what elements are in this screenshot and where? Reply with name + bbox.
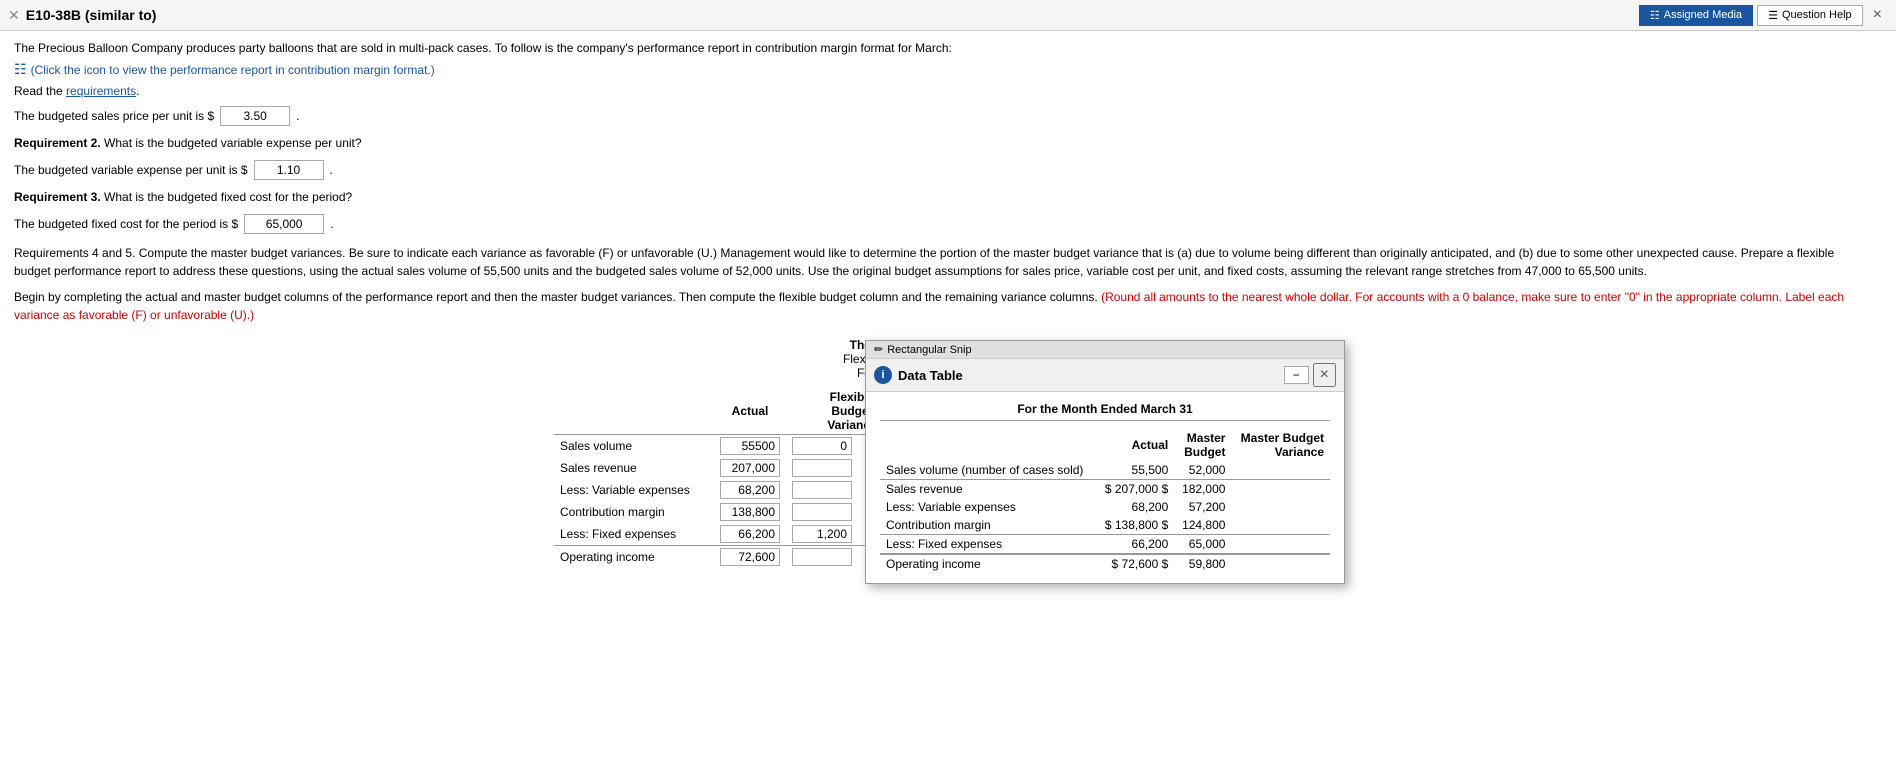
popup-master: 52,000 (1174, 461, 1231, 480)
popup-actual: 68,200 (1096, 498, 1174, 516)
grid-icon-blue: ☷ (14, 61, 27, 78)
req3-heading: Requirement 3. (14, 190, 101, 204)
close-icon[interactable]: ✕ (8, 7, 20, 24)
popup-variance (1231, 535, 1330, 555)
flex-var-input[interactable] (792, 548, 852, 566)
req45-para1: Requirements 4 and 5. Compute the master… (14, 244, 1866, 280)
flex-var-input[interactable] (792, 481, 852, 499)
req3-row: The budgeted fixed cost for the period i… (14, 214, 1866, 234)
info-icon: i (874, 366, 892, 384)
row-label: Less: Fixed expenses (554, 523, 714, 546)
icon-link-row[interactable]: ☷ (Click the icon to view the performanc… (14, 61, 1866, 78)
req1-input[interactable] (220, 106, 290, 126)
req1-row: The budgeted sales price per unit is $ . (14, 106, 1866, 126)
popup-table-row: Less: Variable expenses 68,200 57,200 (880, 498, 1330, 516)
req2-heading: Requirement 2. (14, 136, 101, 150)
popup-variance (1231, 480, 1330, 499)
popup-titlebar: i Data Table − × (866, 359, 1344, 392)
grid-icon: ☷ (1650, 9, 1660, 22)
popup-row-label: Sales volume (number of cases sold) (880, 461, 1096, 480)
rect-snip-bar: ✏ Rectangular Snip (866, 341, 1344, 359)
flex-var-input[interactable] (792, 437, 852, 455)
popup-col-actual: Actual (1096, 429, 1174, 461)
icon-link-text[interactable]: (Click the icon to view the performance … (31, 63, 435, 77)
rect-snip-icon: ✏ (874, 343, 883, 356)
popup-table-row: Contribution margin $ 138,800 $ 124,800 (880, 516, 1330, 535)
popup-body: For the Month Ended March 31 Actual Mast… (866, 392, 1344, 583)
req45-para2: Begin by completing the actual and maste… (14, 288, 1866, 324)
popup-actual: 66,200 (1096, 535, 1174, 555)
rect-snip-label: Rectangular Snip (887, 344, 971, 356)
actual-input[interactable] (720, 481, 780, 499)
popup-table-row: Sales revenue $ 207,000 $ 182,000 (880, 480, 1330, 499)
list-icon: ☰ (1768, 9, 1778, 22)
req2-row: The budgeted variable expense per unit i… (14, 160, 1866, 180)
flex-var-input[interactable] (792, 503, 852, 521)
popup-col-var: Master BudgetVariance (1231, 429, 1330, 461)
popup-row-label: Contribution margin (880, 516, 1096, 535)
popup-row-label: Sales revenue (880, 480, 1096, 499)
actual-input[interactable] (720, 437, 780, 455)
popup-table-row: Operating income $ 72,600 $ 59,800 (880, 554, 1330, 573)
popup-actual: $ 207,000 $ (1096, 480, 1174, 499)
popup-row-label: Less: Fixed expenses (880, 535, 1096, 555)
topbar-right: ☷ Assigned Media ☰ Question Help × (1639, 4, 1888, 26)
read-requirements-row: Read the requirements. (14, 84, 1866, 98)
row-label: Operating income (554, 546, 714, 569)
data-table-popup: ✏ Rectangular Snip i Data Table − × For … (865, 340, 1345, 584)
actual-input[interactable] (720, 503, 780, 521)
row-label: Sales volume (554, 435, 714, 458)
popup-master: 65,000 (1174, 535, 1231, 555)
requirements-link[interactable]: requirements (66, 84, 136, 98)
topbar: ✕ E10-38B (similar to) ☷ Assigned Media … (0, 0, 1896, 31)
req2-input[interactable] (254, 160, 324, 180)
req3-question: What is the budgeted fixed cost for the … (104, 190, 352, 204)
popup-title: Data Table (898, 368, 963, 383)
popup-col-master: MasterBudget (1174, 429, 1231, 461)
actual-input[interactable] (720, 459, 780, 477)
req2-question: What is the budgeted variable expense pe… (104, 136, 362, 150)
row-label: Less: Variable expenses (554, 479, 714, 501)
popup-variance (1231, 554, 1330, 573)
col-header-label (554, 388, 714, 435)
window-close-icon[interactable]: × (1867, 4, 1888, 26)
topbar-left: ✕ E10-38B (similar to) (8, 7, 156, 24)
popup-master: 124,800 (1174, 516, 1231, 535)
popup-variance (1231, 461, 1330, 480)
popup-table-row: Sales volume (number of cases sold) 55,5… (880, 461, 1330, 480)
popup-master: 59,800 (1174, 554, 1231, 573)
col-header-actual: Actual (714, 388, 786, 435)
popup-table-row: Less: Fixed expenses 66,200 65,000 (880, 535, 1330, 555)
actual-input[interactable] (720, 548, 780, 566)
popup-master: 57,200 (1174, 498, 1231, 516)
page-title: E10-38B (similar to) (26, 7, 157, 23)
req3-input[interactable] (244, 214, 324, 234)
popup-variance (1231, 498, 1330, 516)
popup-data-table: Actual MasterBudget Master BudgetVarianc… (880, 429, 1330, 573)
row-label: Sales revenue (554, 457, 714, 479)
popup-minimize-button[interactable]: − (1284, 366, 1309, 384)
popup-variance (1231, 516, 1330, 535)
actual-input[interactable] (720, 525, 780, 543)
popup-actual: $ 72,600 $ (1096, 554, 1174, 573)
row-label: Contribution margin (554, 501, 714, 523)
req3-label: The budgeted fixed cost for the period i… (14, 217, 238, 231)
intro-paragraph: The Precious Balloon Company produces pa… (14, 41, 1866, 55)
flex-var-input[interactable] (792, 459, 852, 477)
question-help-button[interactable]: ☰ Question Help (1757, 5, 1863, 26)
popup-row-label: Operating income (880, 554, 1096, 573)
popup-actual: $ 138,800 $ (1096, 516, 1174, 535)
assigned-media-button[interactable]: ☷ Assigned Media (1639, 5, 1753, 26)
flex-var-input[interactable] (792, 525, 852, 543)
req2-label: The budgeted variable expense per unit i… (14, 163, 248, 177)
popup-close-button[interactable]: × (1313, 363, 1336, 387)
popup-row-label: Less: Variable expenses (880, 498, 1096, 516)
popup-month-header: For the Month Ended March 31 (880, 402, 1330, 421)
popup-actual: 55,500 (1096, 461, 1174, 480)
req1-label: The budgeted sales price per unit is $ (14, 109, 214, 123)
popup-master: 182,000 (1174, 480, 1231, 499)
